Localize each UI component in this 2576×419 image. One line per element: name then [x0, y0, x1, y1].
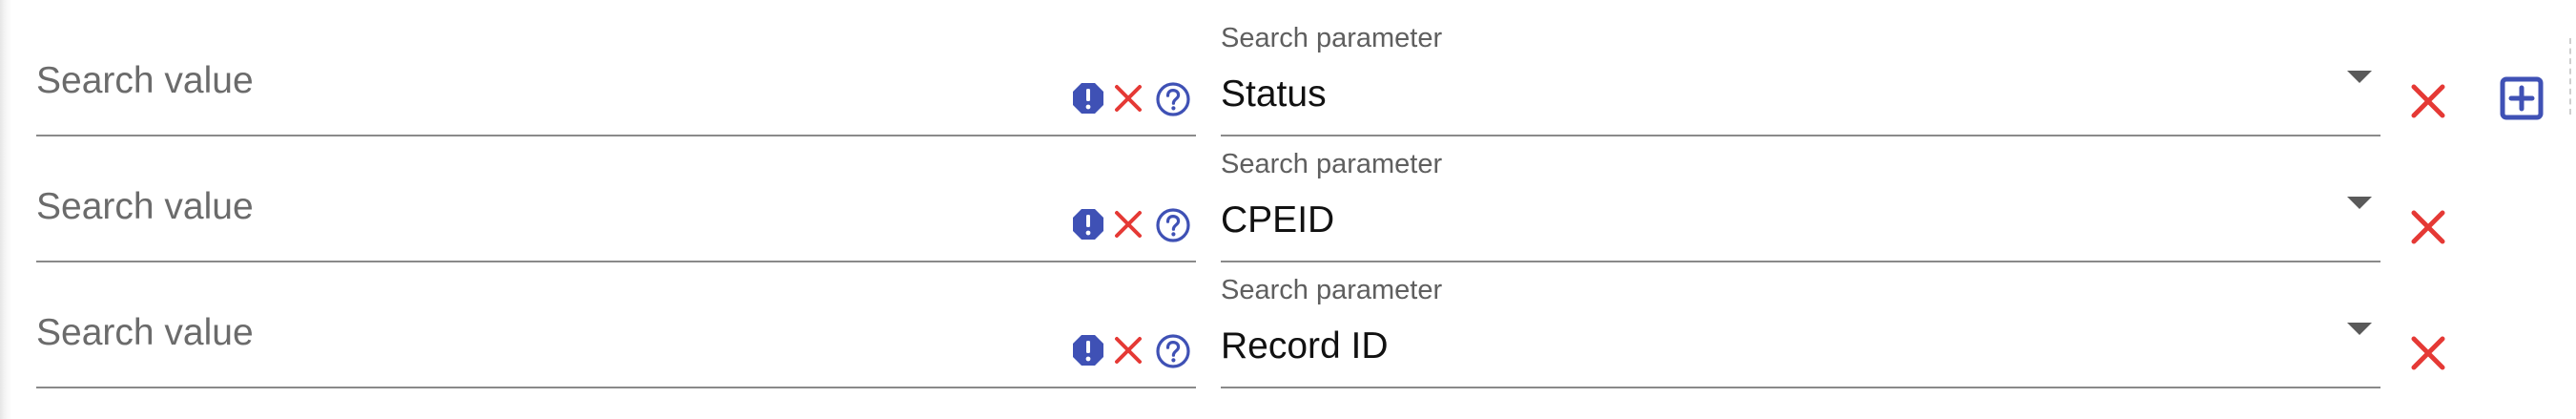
- exclamation-icon[interactable]: [1071, 207, 1105, 241]
- search-criteria-panel: Search parameter Status: [0, 0, 2576, 419]
- search-parameter-label: Search parameter: [1221, 23, 1443, 53]
- arrow-drop-down-icon[interactable]: [2347, 71, 2372, 83]
- search-parameter-select[interactable]: Search parameter CPEID: [1221, 126, 2380, 262]
- help-icon[interactable]: [1155, 81, 1191, 117]
- arrow-drop-down-icon[interactable]: [2347, 197, 2372, 209]
- search-parameter-value[interactable]: Record ID: [1221, 325, 1389, 367]
- arrow-drop-down-icon[interactable]: [2347, 323, 2372, 335]
- remove-row-button[interactable]: [2409, 208, 2447, 246]
- remove-row-button[interactable]: [2409, 82, 2447, 120]
- clear-value-icon[interactable]: [1113, 83, 1144, 114]
- search-parameter-value[interactable]: CPEID: [1221, 199, 1334, 241]
- clear-value-icon[interactable]: [1113, 209, 1144, 240]
- search-parameter-select[interactable]: Search parameter Status: [1221, 0, 2380, 136]
- remove-row-button[interactable]: [2409, 334, 2447, 372]
- clear-value-icon[interactable]: [1113, 335, 1144, 366]
- help-icon[interactable]: [1155, 207, 1191, 243]
- search-parameter-label: Search parameter: [1221, 149, 1443, 179]
- search-value-field[interactable]: [36, 0, 1196, 136]
- search-value-input[interactable]: [36, 310, 1047, 356]
- search-row: Search parameter CPEID: [0, 126, 2576, 262]
- search-parameter-select[interactable]: Search parameter Record ID: [1221, 252, 2380, 388]
- search-value-input[interactable]: [36, 184, 1047, 230]
- search-row: Search parameter Record ID: [0, 252, 2576, 388]
- search-value-field[interactable]: [36, 252, 1196, 388]
- search-value-input[interactable]: [36, 58, 1047, 104]
- search-value-field[interactable]: [36, 126, 1196, 262]
- search-row: Search parameter Status: [0, 0, 2576, 136]
- exclamation-icon[interactable]: [1071, 81, 1105, 115]
- help-icon[interactable]: [1155, 333, 1191, 369]
- search-parameter-label: Search parameter: [1221, 275, 1443, 305]
- search-parameter-value[interactable]: Status: [1221, 73, 1327, 115]
- search-value-underline: [36, 387, 1196, 388]
- search-parameter-underline: [1221, 387, 2380, 388]
- exclamation-icon[interactable]: [1071, 333, 1105, 367]
- add-row-button[interactable]: [2500, 76, 2544, 120]
